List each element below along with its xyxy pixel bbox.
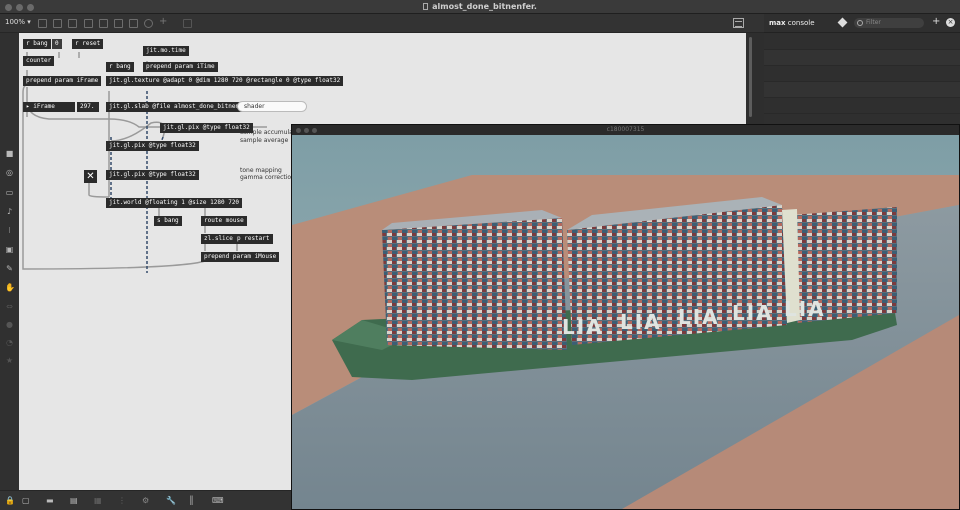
dial-object-icon[interactable] [144,19,153,28]
toggle-object-icon[interactable] [99,19,108,28]
clock-icon[interactable]: ◔ [5,338,14,347]
paint-icon[interactable] [183,19,192,28]
console-row [764,66,960,82]
comment-bubble-icon[interactable]: ▬ [46,497,54,505]
tone-mapping-comment: tone mapping [240,167,282,174]
iframe-value-box[interactable]: 297. [77,102,99,112]
image-icon[interactable]: ▣ [5,245,14,254]
shader-comment: shader [237,101,307,112]
windows-icon[interactable]: ▤ [70,497,78,505]
console-title: max console [769,19,815,27]
title-bar: almost_done_bitnenfer. [0,0,960,14]
keyboard-icon[interactable]: ⌨ [212,497,224,505]
jit-mo-time-object[interactable]: jit.mo.time [143,46,189,56]
gamma-correction-comment: gamma correction [240,174,295,181]
jit-world-object[interactable]: jit.world @floating 1 @size 1280 720 [106,198,243,208]
jit-gl-pix-accumulate[interactable]: jit.gl.pix @type float32 [160,123,253,133]
hull-lettering: LIA [620,310,662,334]
button-object-icon[interactable] [84,19,93,28]
wrench-icon[interactable]: 🔧 [166,497,176,505]
console-header: max console Filter + × [764,14,960,33]
slider-object-icon[interactable] [129,19,138,28]
jit-gl-pix-tonemap[interactable]: jit.gl.pix @type float32 [106,170,199,180]
r-bang-object-2[interactable]: r bang [106,62,134,72]
number-object-icon[interactable] [114,19,123,28]
bracket-icon[interactable]: ⁝ [5,226,14,235]
console-row [764,34,960,50]
panel-icon[interactable]: ▭ [5,188,14,197]
max-application: almost_done_bitnenfer. 100% ▾ + ■ ◎ ▭ ♪ … [0,0,960,510]
window-title: almost_done_bitnenfer. [0,2,960,11]
route-mouse-object[interactable]: route mouse [201,216,247,226]
document-icon [423,3,429,10]
bars-icon[interactable]: ║ [189,497,194,505]
prepend-iframe-object[interactable]: prepend param iFrame [23,76,102,86]
console-row [764,98,960,114]
scroll-thumb[interactable] [749,37,752,117]
jit-gl-pix-average[interactable]: jit.gl.pix @type float32 [106,141,199,151]
package-icon[interactable]: ■ [5,149,14,158]
grid-icon[interactable]: ▦ [94,497,102,505]
r-reset-object[interactable]: r reset [72,39,104,49]
hull-lettering: LIA [678,305,720,329]
hull-lettering: LIA [784,297,826,321]
sample-average-comment: sample average [240,137,289,144]
console-options-icon[interactable] [837,17,848,28]
hull-lettering: LIA [732,301,774,325]
new-message-icon[interactable] [53,19,62,28]
console-filter-input[interactable]: Filter [854,18,924,28]
lock-icon[interactable]: 🔒 [5,497,15,505]
console-add-icon[interactable]: + [932,16,940,27]
presentation-icon[interactable]: ▢ [22,497,30,505]
new-object-icon[interactable] [38,19,47,28]
debug-icon[interactable]: ⚙ [142,497,149,505]
render-window-titlebar: c180007315 [292,125,959,135]
link-icon[interactable]: ⇔ [5,302,14,311]
counter-object[interactable]: counter [23,56,55,66]
zoom-level[interactable]: 100% ▾ [5,18,31,26]
jit-gl-texture-object[interactable]: jit.gl.texture @adapt 0 @dim 1280 720 @r… [106,76,344,86]
prepend-itime-object[interactable]: prepend param iTime [143,62,218,72]
r-bang-object[interactable]: r bang [23,39,51,49]
close-toggle[interactable]: ✕ [84,170,97,183]
more-objects-icon[interactable]: + [159,16,167,27]
console-clear-icon[interactable]: × [946,18,955,27]
paperclip-icon[interactable]: ✎ [5,264,14,273]
comment-icon[interactable] [68,19,77,28]
zero-message[interactable]: 0 [52,39,62,49]
p-restart-object[interactable]: p restart [234,234,273,244]
iframe-number-box[interactable]: ▸ iFrame [23,102,75,112]
render-window-title: c180007315 [606,126,645,133]
hand-icon[interactable]: ✋ [5,283,15,292]
sidebar-toggle-icon[interactable] [733,18,744,28]
music-icon[interactable]: ♪ [5,207,14,216]
target-icon[interactable]: ◎ [5,168,14,177]
snap-icon[interactable]: ⋮ [118,497,126,505]
console-row [764,50,960,66]
sample-accumulation-comment: sample accumulati [240,129,297,136]
s-bang-object[interactable]: s bang [154,216,182,226]
console-row [764,82,960,98]
patcher-bottom-bar: 🔒 ▢ ▬ ▤ ▦ ⋮ ⚙ 🔧 ║ ⌨ [0,490,291,510]
jit-world-render-window[interactable]: c180007315 LIA LIA LIA LIA LIA [291,124,960,510]
container-stack-front [382,218,567,350]
info-icon[interactable]: ● [5,320,14,329]
left-sidebar: ■ ◎ ▭ ♪ ⁝ ▣ ✎ ✋ ⇔ ● ◔ ★ [0,33,19,510]
prepend-imouse-object[interactable]: prepend param iMouse [201,252,280,262]
hull-lettering: LIA [562,315,604,339]
star-icon[interactable]: ★ [5,356,14,365]
